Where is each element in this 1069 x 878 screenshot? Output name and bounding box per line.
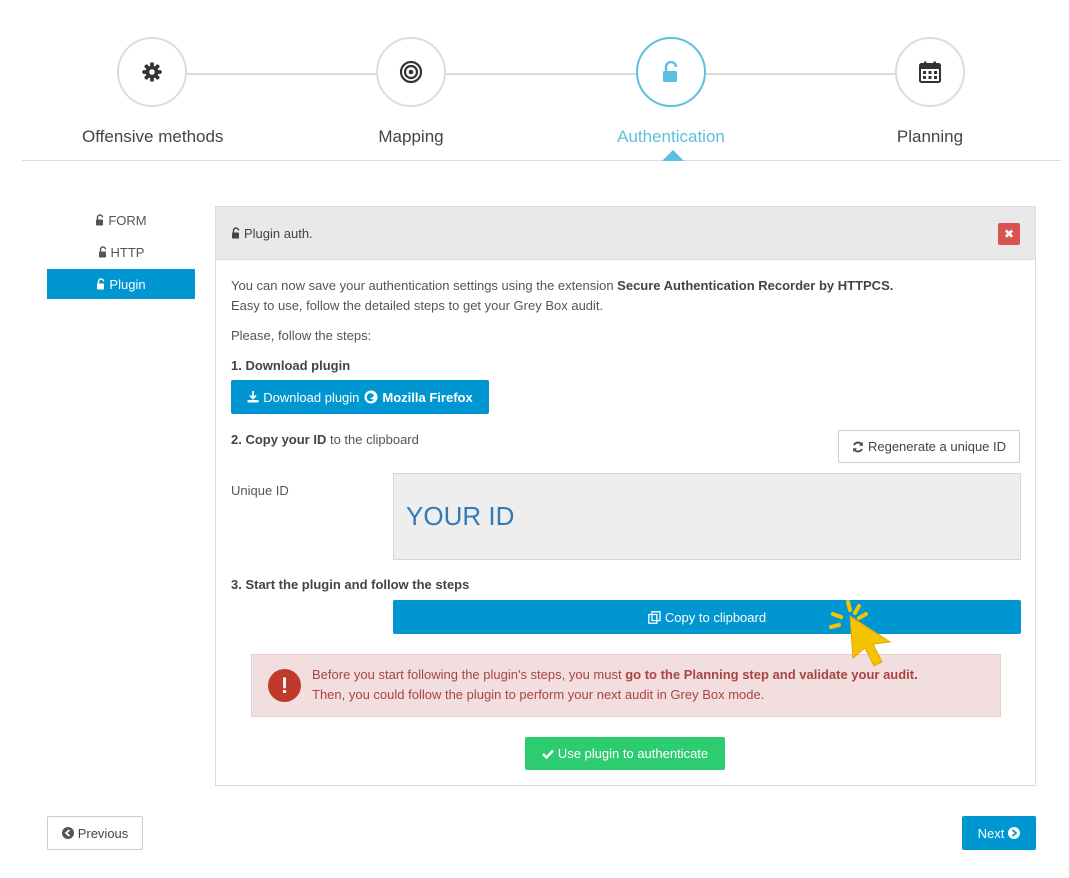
unlock-icon xyxy=(96,214,104,226)
step-planning[interactable]: Planning xyxy=(860,37,1000,147)
next-label: Next xyxy=(977,825,1005,841)
step-circle xyxy=(895,37,965,107)
sidenav-item-label: Plugin xyxy=(109,276,146,292)
download-icon xyxy=(247,391,259,403)
refresh-icon xyxy=(853,441,863,452)
copy-label: Copy to clipboard xyxy=(664,609,767,625)
regenerate-label: Regenerate a unique ID xyxy=(867,439,1007,454)
step-circle xyxy=(376,37,446,107)
wizard-stepper: Offensive methods Mapping Authentication xyxy=(0,0,1069,162)
step-label: Planning xyxy=(896,127,964,146)
previous-button[interactable]: Previous xyxy=(47,816,143,850)
unlock-icon xyxy=(98,246,106,258)
step-circle xyxy=(636,37,706,107)
step1-heading: 1. Download plugin xyxy=(231,356,350,376)
step-label: Authentication xyxy=(617,127,725,146)
auth-method-nav: FORM HTTP Plugin xyxy=(47,205,195,301)
unlock-icon xyxy=(97,278,105,290)
step2-rest: to the clipboard xyxy=(326,432,419,447)
intro-line2: Easy to use, follow the detailed steps t… xyxy=(231,298,604,313)
alert-line2: Then, you could follow the plugin to per… xyxy=(312,687,765,702)
alert-prefix: Before you start following the plugin's … xyxy=(312,667,626,682)
arrow-left-circle-icon xyxy=(61,827,74,839)
sidenav-item-plugin[interactable]: Plugin xyxy=(47,269,195,299)
step-mapping[interactable]: Mapping xyxy=(341,37,481,147)
download-label: Download plugin xyxy=(263,389,360,405)
use-plugin-label: Use plugin to authenticate xyxy=(557,746,709,761)
panel-title: Plugin auth. xyxy=(244,225,313,241)
step3-label: 3. Start the plugin and follow the steps xyxy=(231,577,470,592)
download-plugin-button[interactable]: Download plugin Mozilla Firefox xyxy=(231,380,489,414)
unlock-icon xyxy=(663,61,678,82)
pointer-cursor-icon xyxy=(829,600,892,667)
target-icon xyxy=(399,60,423,84)
stepper-divider xyxy=(22,160,1061,161)
arrow-right-circle-icon xyxy=(1008,827,1021,839)
sidenav-item-label: HTTP xyxy=(110,244,145,260)
use-plugin-button[interactable]: Use plugin to authenticate xyxy=(525,737,725,770)
check-icon xyxy=(541,749,554,759)
unique-id-label: Unique ID xyxy=(231,483,289,498)
panel-header: Plugin auth. ✖ xyxy=(216,207,1035,260)
close-icon: ✖ xyxy=(1003,227,1015,241)
step-authentication[interactable]: Authentication xyxy=(601,37,741,147)
unique-id-field[interactable]: YOUR ID xyxy=(393,473,1021,560)
previous-label: Previous xyxy=(77,825,129,841)
sidenav-item-form[interactable]: FORM xyxy=(47,205,195,235)
copy-to-clipboard-button[interactable]: Copy to clipboard xyxy=(393,600,1021,634)
step-circle xyxy=(117,37,187,107)
step-offensive-methods[interactable]: Offensive methods xyxy=(82,37,224,147)
active-step-caret xyxy=(662,150,684,161)
intro-text: You can now save your authentication set… xyxy=(231,276,893,296)
extension-name: Secure Authentication Recorder by HTTPCS… xyxy=(617,278,894,293)
sidenav-item-label: FORM xyxy=(108,212,147,228)
exclamation-icon: ! xyxy=(268,669,301,702)
firefox-icon xyxy=(364,390,378,404)
close-button[interactable]: ✖ xyxy=(998,223,1020,245)
calendar-icon xyxy=(919,61,941,83)
step-label: Offensive methods xyxy=(82,127,224,146)
step2-heading: 2. Copy your ID to the clipboard xyxy=(231,430,419,450)
gear-icon xyxy=(142,62,162,82)
step1-label: 1. Download plugin xyxy=(231,358,351,373)
steps-intro: Please, follow the steps: xyxy=(231,328,372,343)
alert-line1: Before you start following the plugin's … xyxy=(312,666,918,684)
unlock-icon xyxy=(232,227,240,239)
next-button[interactable]: Next xyxy=(962,816,1036,850)
step2-strong: 2. Copy your ID xyxy=(231,432,327,447)
sidenav-item-http[interactable]: HTTP xyxy=(47,237,195,267)
step3-heading: 3. Start the plugin and follow the steps xyxy=(231,575,469,595)
plugin-auth-panel: Plugin auth. ✖ You can now save your aut… xyxy=(215,206,1036,786)
intro-prefix: You can now save your authentication set… xyxy=(231,278,618,293)
copy-icon xyxy=(648,610,661,624)
step-label: Mapping xyxy=(378,127,444,146)
regenerate-id-button[interactable]: Regenerate a unique ID xyxy=(838,430,1020,463)
browser-name: Mozilla Firefox xyxy=(382,389,473,405)
